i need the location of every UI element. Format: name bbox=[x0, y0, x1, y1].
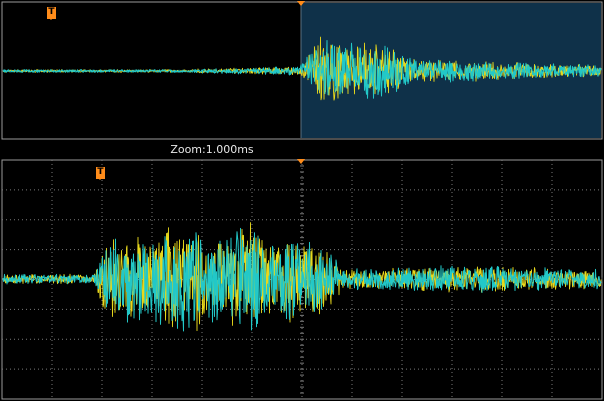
zoom-pane bbox=[1, 159, 603, 400]
overview-trigger-marker[interactable]: T bbox=[47, 7, 56, 20]
zoom-trigger-marker[interactable]: T bbox=[96, 167, 105, 180]
oscilloscope-display bbox=[1, 1, 603, 400]
overview-pane bbox=[1, 1, 603, 140]
zoom-timebase-label: Zoom:1.000ms bbox=[170, 143, 254, 156]
